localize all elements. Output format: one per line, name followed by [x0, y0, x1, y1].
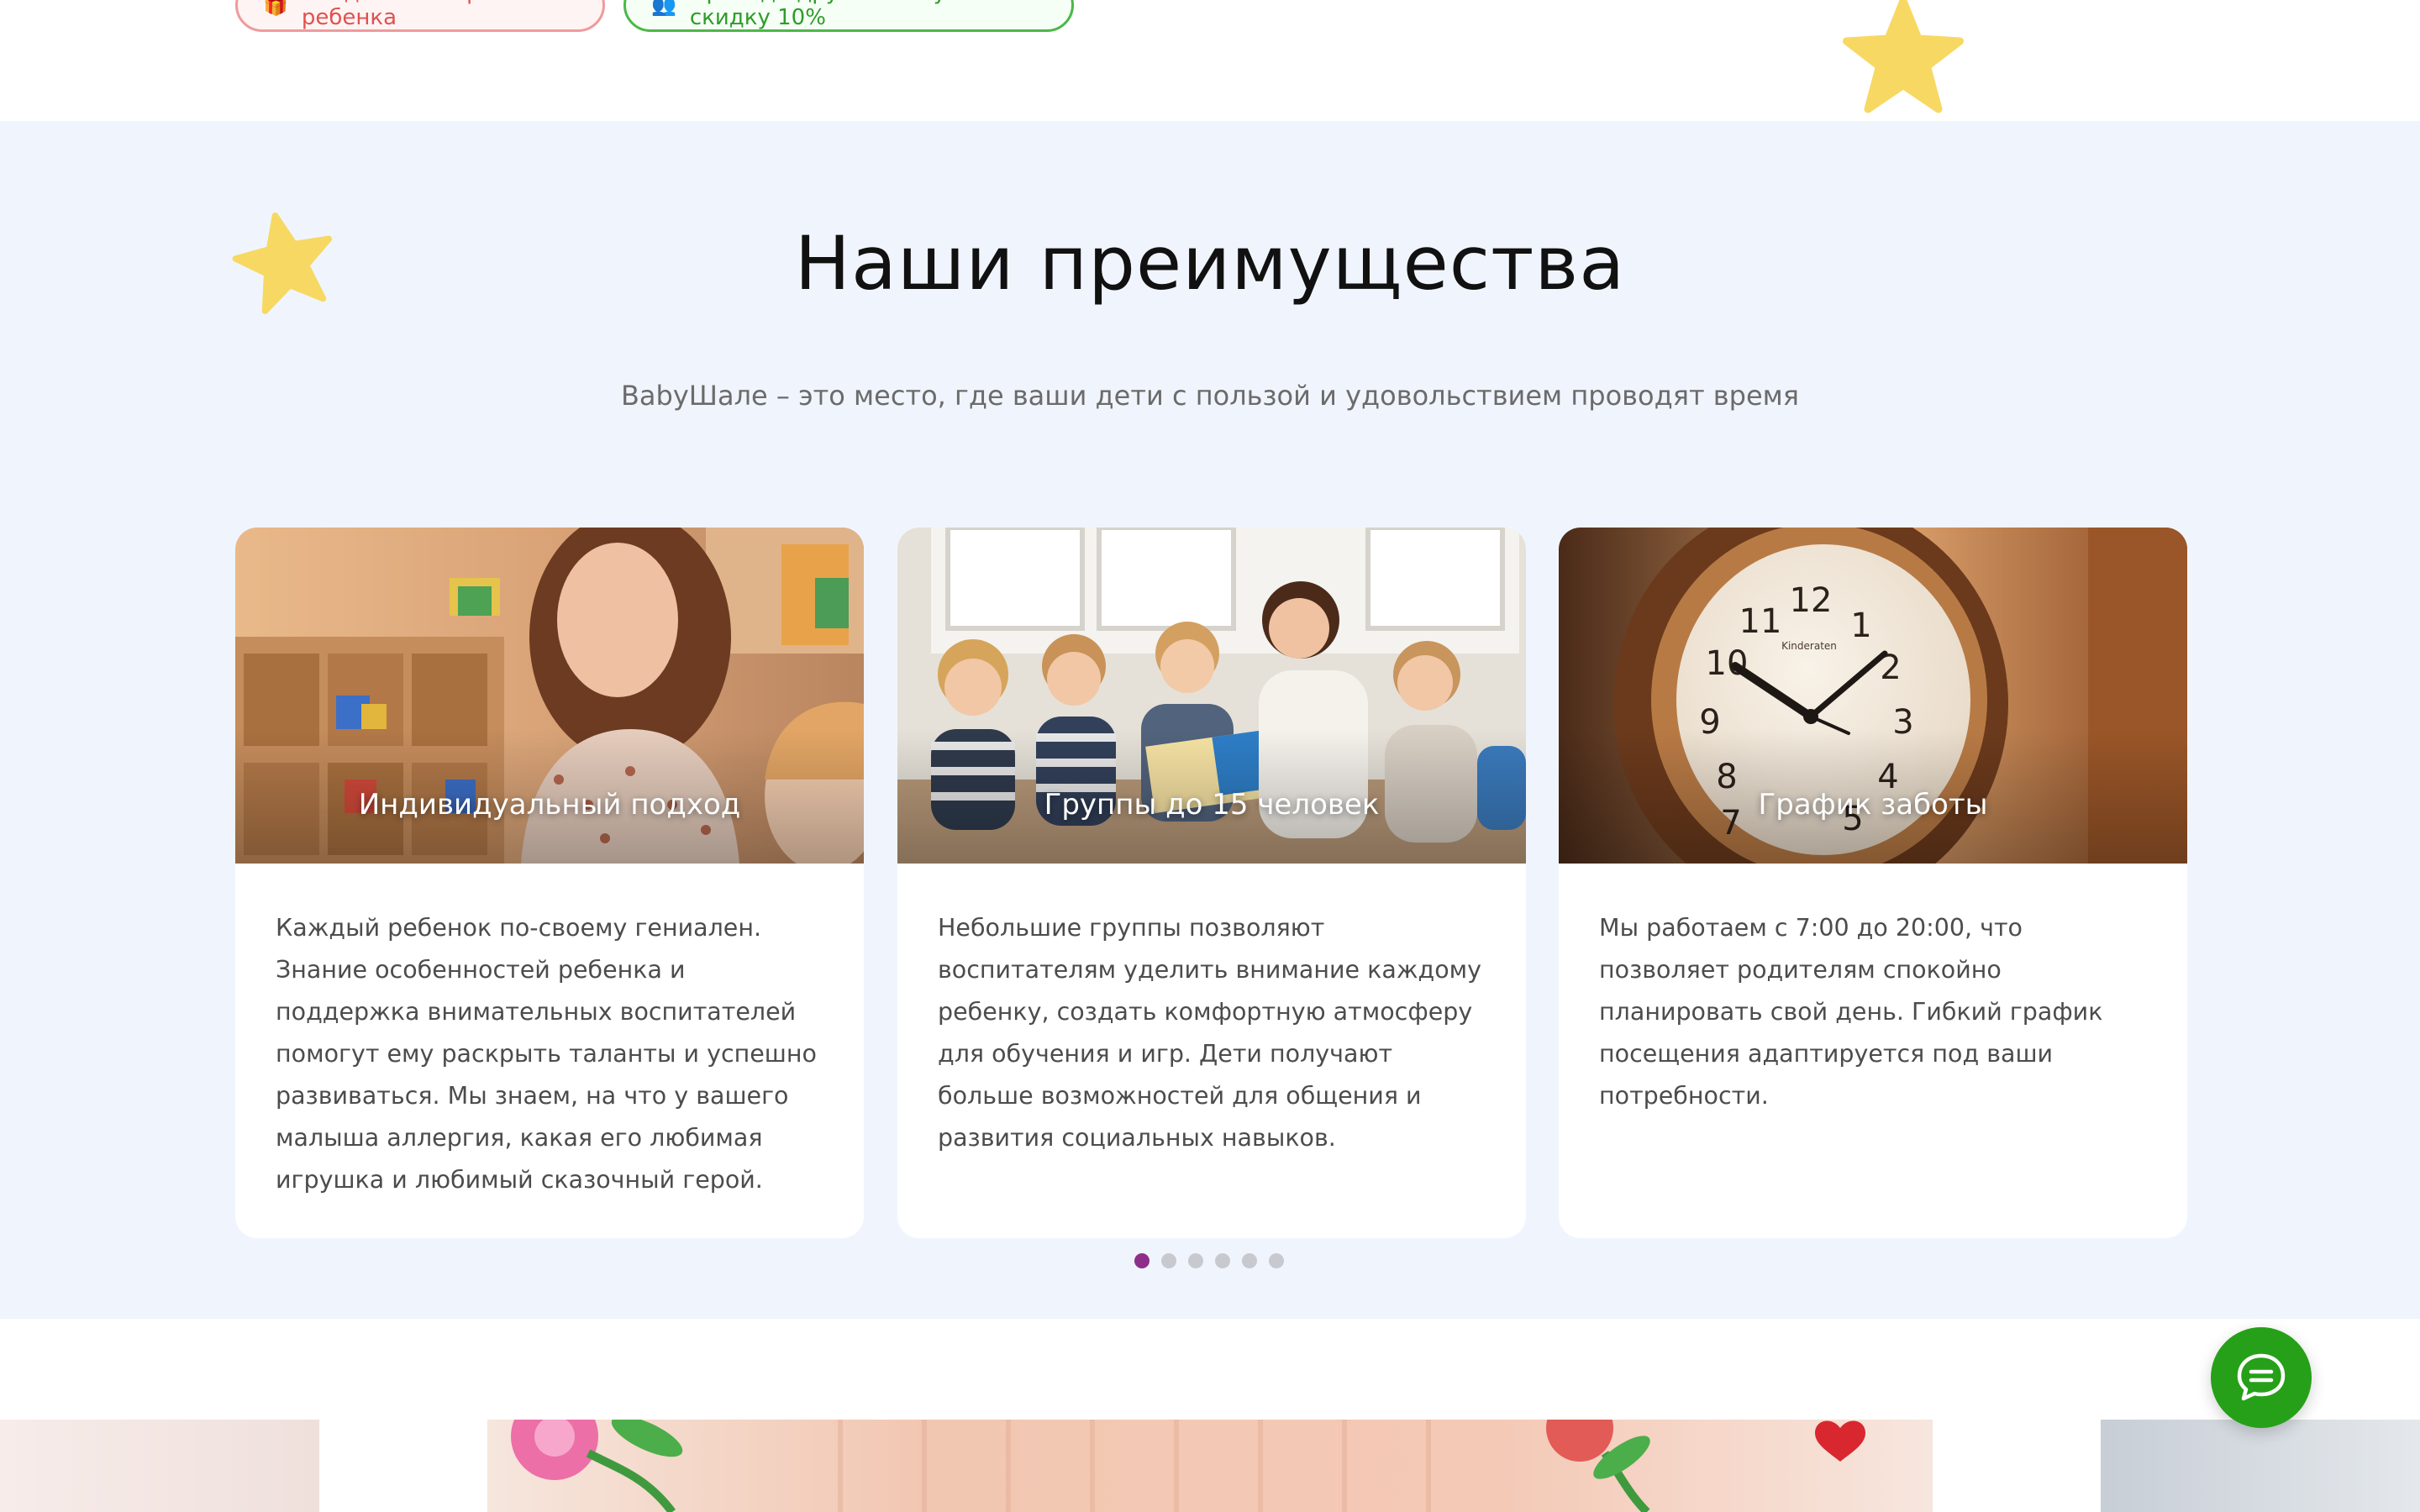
promo-label: Скидка на второго ребенка: [301, 0, 518, 30]
svg-text:12: 12: [1790, 581, 1833, 620]
section-subtitle: BabyШале – это место, где ваши дети с по…: [620, 380, 1800, 412]
gallery-image-left[interactable]: [0, 1420, 319, 1512]
card-image-group-reading: Группы до 15 человек: [897, 528, 1526, 864]
advantage-card-groups: Группы до 15 человек Небольшие группы по…: [897, 528, 1526, 1238]
gift-icon: 🎁: [263, 0, 288, 17]
card-caption: Группы до 15 человек: [1044, 788, 1380, 822]
svg-text:11: 11: [1739, 602, 1782, 641]
gallery-image-right[interactable]: [2101, 1420, 2420, 1512]
chat-bubble-icon: [2237, 1353, 2286, 1401]
gallery-image-center[interactable]: [487, 1420, 1933, 1512]
card-text: Небольшие группы позволяют воспитателям …: [938, 914, 1482, 1152]
section-title: Наши преимущества: [794, 220, 1626, 307]
card-image-teacher: Индивидуальный подход: [235, 528, 864, 864]
chat-button[interactable]: [2211, 1327, 2312, 1428]
card-caption: Индивидуальный подход: [358, 788, 741, 822]
people-icon: 👥: [651, 0, 676, 17]
advantage-card-individual: Индивидуальный подход Каждый ребенок по-…: [235, 528, 864, 1238]
pagination-dot-3[interactable]: [1188, 1253, 1203, 1268]
card-text: Каждый ребенок по-своему гениален. Знани…: [276, 914, 817, 1194]
promo-bring-friend[interactable]: 👥 Приведи друга и получи скидку 10%: [623, 0, 1074, 32]
gallery-center-photo: [487, 1420, 1933, 1512]
card-text: Мы работаем с 7:00 до 20:00, что позволя…: [1599, 914, 2103, 1110]
star-decoration-icon: [1843, 0, 1964, 113]
pagination-dot-5[interactable]: [1242, 1253, 1257, 1268]
pagination-dot-4[interactable]: [1215, 1253, 1230, 1268]
carousel-pagination: [1134, 1253, 1284, 1268]
top-strip: 🎁 Скидка на второго ребенка 👥 Приведи др…: [0, 0, 2420, 121]
svg-text:Kinderaten: Kinderaten: [1781, 640, 1837, 652]
promo-second-child[interactable]: 🎁 Скидка на второго ребенка: [235, 0, 605, 32]
pagination-dot-2[interactable]: [1161, 1253, 1176, 1268]
advantage-card-schedule: 12 1 2 3 4 5 7 8 9 10 11 Kinderaten Граф…: [1559, 528, 2187, 1238]
promo-label: Приведи друга и получи скидку 10%: [689, 0, 973, 30]
card-caption: График заботы: [1758, 788, 1988, 822]
svg-text:10: 10: [1706, 644, 1749, 683]
pagination-dot-1[interactable]: [1134, 1253, 1150, 1268]
pagination-dot-6[interactable]: [1269, 1253, 1284, 1268]
card-image-clock: 12 1 2 3 4 5 7 8 9 10 11 Kinderaten Граф…: [1559, 528, 2187, 864]
svg-text:1: 1: [1850, 606, 1871, 645]
